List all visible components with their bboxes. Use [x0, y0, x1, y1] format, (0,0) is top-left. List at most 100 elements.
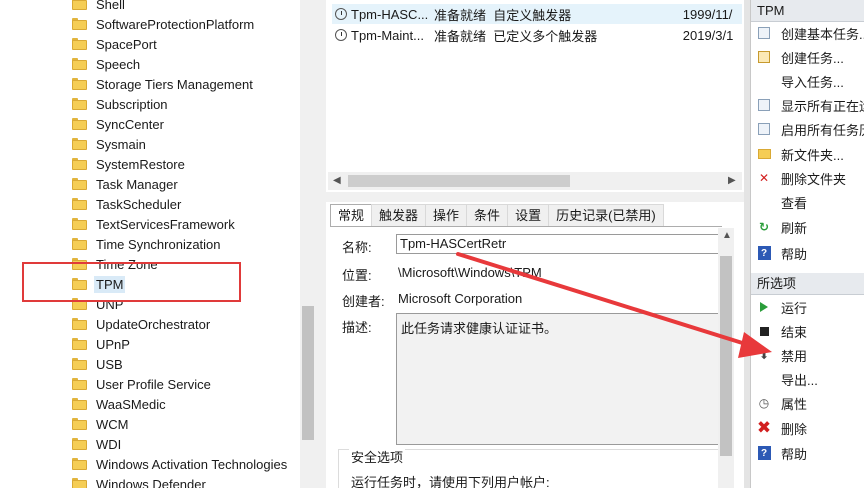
action-end[interactable]: 结束: [751, 320, 864, 342]
description-field[interactable]: 此任务请求健康认证证书。: [396, 313, 720, 445]
action-run[interactable]: 运行: [751, 296, 864, 318]
description-label: 描述:: [342, 320, 372, 335]
folder-icon: [72, 358, 87, 370]
tree-item-systemrestore[interactable]: SystemRestore: [72, 154, 187, 174]
tree-item-shell[interactable]: Shell: [72, 0, 127, 14]
tree-item-task-manager[interactable]: Task Manager: [72, 174, 180, 194]
tree-item-sysmain[interactable]: Sysmain: [72, 134, 148, 154]
folder-icon: [72, 198, 87, 210]
action-label: 创建基本任务...: [781, 26, 864, 42]
author-value: Microsoft Corporation: [398, 291, 523, 306]
hscrollbar-thumb[interactable]: [348, 175, 570, 187]
tree-item-user-profile-service[interactable]: User Profile Service: [72, 374, 213, 394]
name-label: 名称:: [342, 240, 372, 255]
tree-item-subscription[interactable]: Subscription: [72, 94, 170, 114]
tree-item-waasmedic[interactable]: WaaSMedic: [72, 394, 168, 414]
task-status: 准备就绪: [433, 7, 486, 23]
new-folder-icon: [755, 149, 773, 159]
task-panel: Tpm-HASC... 准备就绪 自定义触发器 1999/11/ Tpm-Mai…: [326, 0, 744, 488]
action-create-basic-task[interactable]: 创建基本任务...: [751, 22, 864, 44]
tab-actions[interactable]: 操作: [425, 204, 468, 226]
tree-item-time-synchronization[interactable]: Time Synchronization: [72, 234, 223, 254]
tab-general[interactable]: 常规: [330, 204, 373, 228]
folder-icon: [72, 78, 87, 90]
detail-splitter[interactable]: [326, 192, 744, 202]
tree-scrollbar-thumb[interactable]: [302, 306, 314, 440]
scroll-up-arrow-icon[interactable]: ▲: [722, 230, 732, 241]
folder-icon: [72, 478, 87, 488]
task-name-field[interactable]: Tpm-HASCertRetr: [396, 234, 720, 254]
tree-item-label: Time Synchronization: [96, 236, 221, 252]
action-refresh[interactable]: ↻ 刷新: [751, 216, 864, 238]
action-label: 刷新: [781, 220, 808, 236]
tree-item-wcm[interactable]: WCM: [72, 414, 131, 434]
tree-item-textservicesframework[interactable]: TextServicesFramework: [72, 214, 237, 234]
tree-item-label: TaskScheduler: [96, 196, 182, 212]
action-properties[interactable]: ◷ 属性: [751, 392, 864, 414]
tree-item-label: SystemRestore: [96, 156, 185, 172]
task-row[interactable]: Tpm-HASC... 准备就绪 自定义触发器 1999/11/: [332, 4, 742, 24]
action-disable[interactable]: ⬇ 禁用: [751, 344, 864, 366]
tab-triggers[interactable]: 触发器: [371, 204, 427, 226]
task-time: 1999/11/: [682, 6, 733, 22]
delete-folder-icon: ✕: [758, 171, 770, 185]
tree-item-softwareprotectionplatform[interactable]: SoftwareProtectionPlatform: [72, 14, 256, 34]
action-label: 属性: [781, 396, 808, 412]
detail-vscrollbar-thumb[interactable]: [720, 256, 732, 456]
pane-splitter[interactable]: [316, 0, 326, 488]
actions-panel: TPM 创建基本任务... 创建任务... 导入任务... 显示所有正在运 启用…: [750, 0, 864, 488]
tree-item-usb[interactable]: USB: [72, 354, 125, 374]
action-import-task[interactable]: 导入任务...: [751, 70, 864, 92]
folder-icon: [72, 338, 87, 350]
tree-item-synccenter[interactable]: SyncCenter: [72, 114, 166, 134]
scroll-right-arrow-icon[interactable]: ▶: [728, 175, 736, 186]
action-label: 创建任务...: [781, 50, 844, 66]
action-new-folder[interactable]: 新文件夹...: [751, 143, 864, 165]
action-label: 显示所有正在运: [781, 98, 864, 114]
tree-item-spaceport[interactable]: SpacePort: [72, 34, 159, 54]
general-tab-content: 名称: Tpm-HASCertRetr 位置: \Microsoft\Windo…: [330, 226, 722, 488]
task-row[interactable]: Tpm-Maint... 准备就绪 已定义多个触发器 2019/3/1: [332, 25, 742, 45]
action-help[interactable]: ? 帮助: [751, 242, 864, 264]
tab-conditions[interactable]: 条件: [466, 204, 509, 226]
location-label: 位置:: [342, 268, 372, 283]
tab-settings[interactable]: 设置: [507, 204, 550, 226]
folder-icon: [72, 398, 87, 410]
tree-item-label: TextServicesFramework: [96, 216, 235, 232]
task-list-hscrollbar[interactable]: ◀ ▶: [328, 172, 742, 190]
tree-item-label: Subscription: [96, 96, 168, 112]
action-show-running-tasks[interactable]: 显示所有正在运: [751, 94, 864, 116]
action-label: 结束: [781, 324, 808, 340]
tree-item-label: SpacePort: [96, 36, 157, 52]
folder-icon: [72, 0, 87, 10]
tree-item-label: Windows Activation Technologies: [96, 456, 288, 472]
action-help-selected[interactable]: ? 帮助: [751, 442, 864, 464]
clock-icon: [335, 29, 347, 41]
tree-item-storage-tiers-management[interactable]: Storage Tiers Management: [72, 74, 255, 94]
action-delete-folder[interactable]: ✕ 删除文件夹: [751, 167, 864, 189]
tree-item-windows-defender[interactable]: Windows Defender: [72, 474, 208, 488]
folder-icon: [72, 58, 87, 70]
tab-history[interactable]: 历史记录(已禁用): [548, 204, 664, 226]
scroll-left-arrow-icon[interactable]: ◀: [333, 175, 341, 186]
running-tasks-icon: [755, 99, 773, 111]
tree-item-wdi[interactable]: WDI: [72, 434, 123, 454]
tree-item-taskscheduler[interactable]: TaskScheduler: [72, 194, 183, 214]
tree-item-label: Sysmain: [96, 136, 146, 152]
tree-item-speech[interactable]: Speech: [72, 54, 142, 74]
folder-icon: [72, 118, 87, 130]
action-create-task[interactable]: 创建任务...: [751, 46, 864, 68]
tree-item-updateorchestrator[interactable]: UpdateOrchestrator: [72, 314, 212, 334]
delete-icon: ✖: [756, 418, 772, 437]
actions-header-tpm[interactable]: TPM: [751, 0, 864, 22]
action-view[interactable]: 查看: [751, 191, 864, 213]
tree-item-label: Speech: [96, 56, 141, 72]
tree-item-label: Task Manager: [96, 176, 178, 192]
tree-item-windows-activation-technologies[interactable]: Windows Activation Technologies: [72, 454, 289, 474]
action-delete[interactable]: ✖ 删除: [751, 417, 864, 439]
action-enable-history[interactable]: 启用所有任务历: [751, 118, 864, 140]
action-export[interactable]: 导出...: [751, 368, 864, 390]
tree-item-upnp[interactable]: UPnP: [72, 334, 132, 354]
actions-header-selected[interactable]: 所选项: [751, 273, 864, 295]
tree-item-label: WCM: [96, 416, 129, 432]
